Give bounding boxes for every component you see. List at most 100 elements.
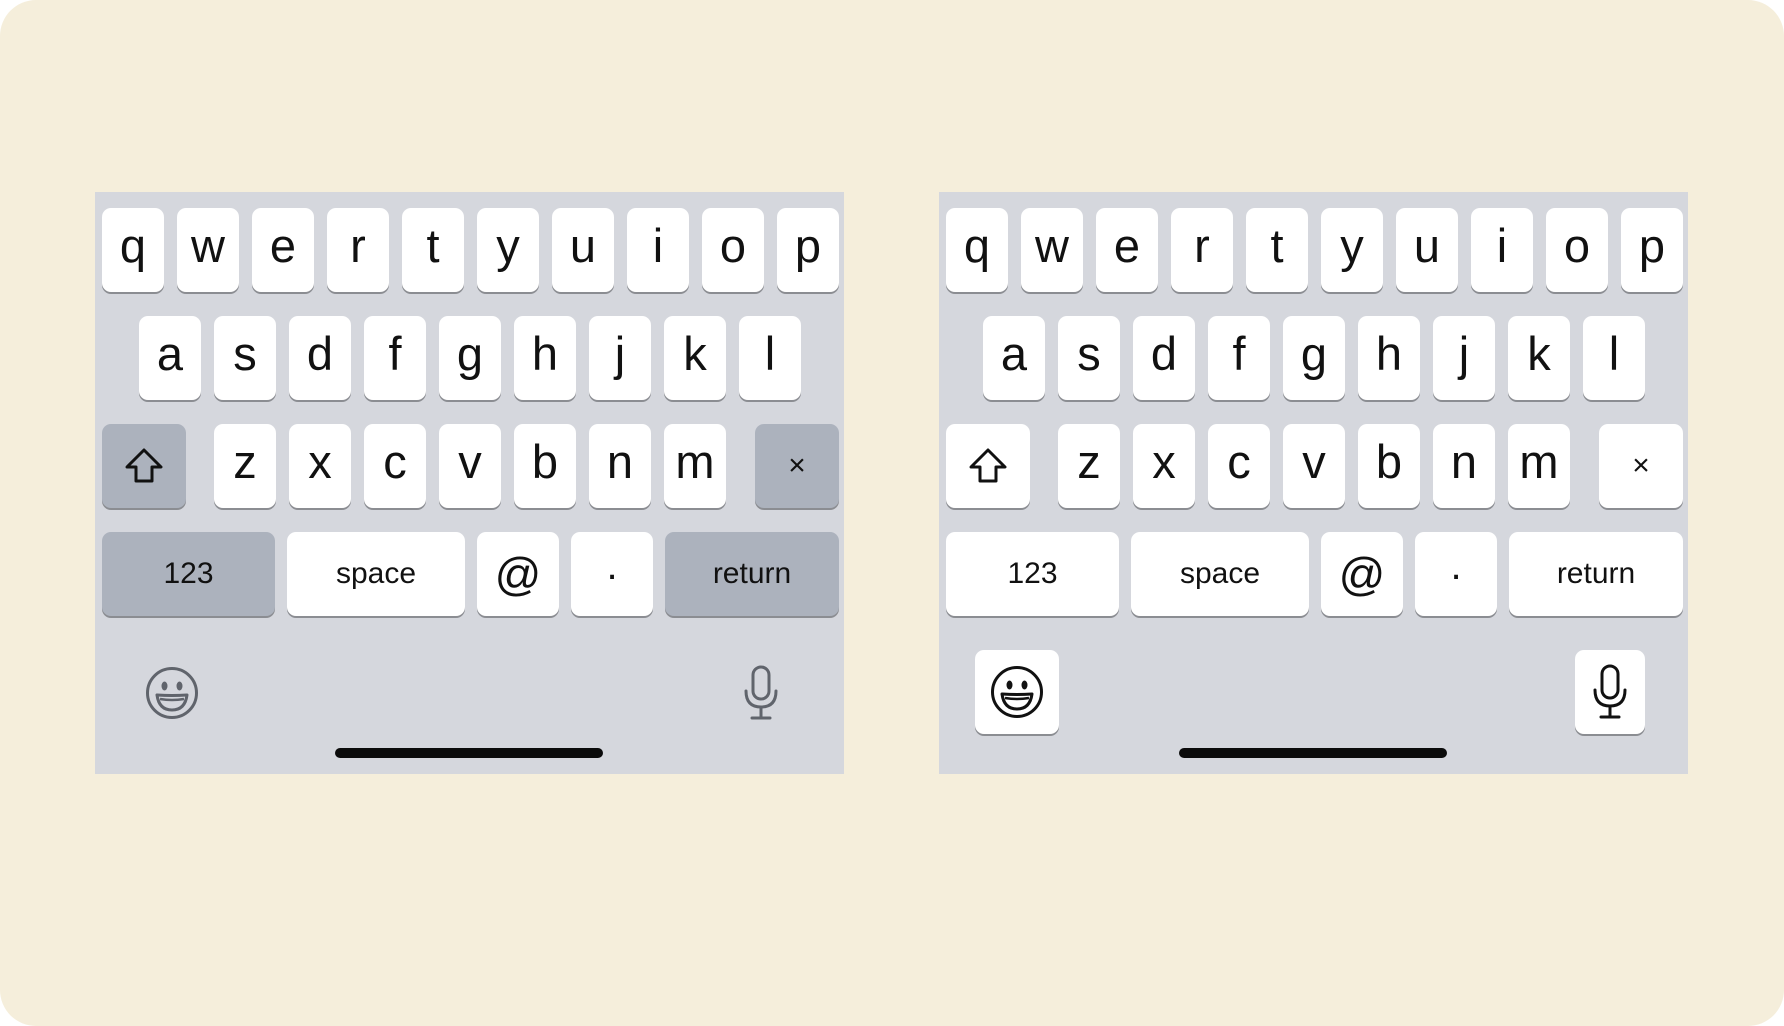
page-background: q w e r t y u i o p a s d f g h j k l z … — [0, 0, 1784, 1026]
key-q[interactable]: q — [102, 208, 164, 292]
key-d[interactable]: d — [1133, 316, 1195, 400]
key-c[interactable]: c — [364, 424, 426, 508]
key-x[interactable]: x — [289, 424, 351, 508]
keyboard-shaded-modifiers: q w e r t y u i o p a s d f g h j k l z … — [95, 192, 844, 774]
key-t[interactable]: t — [1246, 208, 1308, 292]
key-label: a — [156, 326, 184, 380]
key-label: w — [191, 218, 225, 272]
key-i[interactable]: i — [627, 208, 689, 292]
key-n[interactable]: n — [589, 424, 651, 508]
key-n[interactable]: n — [1433, 424, 1495, 508]
key-o[interactable]: o — [1546, 208, 1608, 292]
key-h[interactable]: h — [514, 316, 576, 400]
key-f[interactable]: f — [1208, 316, 1270, 400]
key-b[interactable]: b — [1358, 424, 1420, 508]
key-label: j — [614, 326, 626, 380]
microphone-icon — [744, 665, 778, 720]
key-g[interactable]: g — [1283, 316, 1345, 400]
key-z[interactable]: z — [214, 424, 276, 508]
key-h[interactable]: h — [1358, 316, 1420, 400]
key-label: u — [1413, 218, 1441, 272]
key-w[interactable]: w — [177, 208, 239, 292]
key-s[interactable]: s — [214, 316, 276, 400]
key-x[interactable]: x — [1133, 424, 1195, 508]
at-key[interactable]: @ — [1321, 532, 1403, 616]
return-key[interactable]: return — [1509, 532, 1683, 616]
space-label: space — [335, 557, 417, 590]
key-label: e — [1113, 218, 1141, 272]
key-e[interactable]: e — [1096, 208, 1158, 292]
period-label: . — [1450, 544, 1462, 588]
key-b[interactable]: b — [514, 424, 576, 508]
home-indicator — [335, 748, 603, 758]
key-label: r — [1194, 218, 1210, 272]
emoji-face-icon — [991, 666, 1043, 718]
key-label: v — [458, 434, 482, 488]
key-label: v — [1302, 434, 1326, 488]
key-u[interactable]: u — [552, 208, 614, 292]
key-q[interactable]: q — [946, 208, 1008, 292]
key-s[interactable]: s — [1058, 316, 1120, 400]
key-label: i — [1496, 218, 1508, 272]
key-label: m — [675, 434, 715, 488]
shift-key[interactable] — [946, 424, 1030, 508]
key-label: q — [119, 218, 147, 272]
at-key[interactable]: @ — [477, 532, 559, 616]
key-label: s — [233, 326, 257, 380]
key-o[interactable]: o — [702, 208, 764, 292]
key-label: q — [963, 218, 991, 272]
numbers-key[interactable]: 123 — [946, 532, 1119, 616]
space-key[interactable]: space — [287, 532, 465, 616]
key-y[interactable]: y — [477, 208, 539, 292]
key-c[interactable]: c — [1208, 424, 1270, 508]
key-v[interactable]: v — [1283, 424, 1345, 508]
key-p[interactable]: p — [1621, 208, 1683, 292]
emoji-button[interactable] — [143, 664, 201, 722]
key-p[interactable]: p — [777, 208, 839, 292]
key-m[interactable]: m — [664, 424, 726, 508]
dictation-button[interactable] — [1575, 650, 1645, 734]
key-e[interactable]: e — [252, 208, 314, 292]
key-t[interactable]: t — [402, 208, 464, 292]
numbers-key[interactable]: 123 — [102, 532, 275, 616]
key-f[interactable]: f — [364, 316, 426, 400]
shift-key[interactable] — [102, 424, 186, 508]
key-y[interactable]: y — [1321, 208, 1383, 292]
key-k[interactable]: k — [664, 316, 726, 400]
emoji-face-icon — [146, 667, 198, 719]
emoji-button[interactable] — [975, 650, 1059, 734]
key-v[interactable]: v — [439, 424, 501, 508]
key-d[interactable]: d — [289, 316, 351, 400]
key-w[interactable]: w — [1021, 208, 1083, 292]
delete-key[interactable]: × — [1599, 424, 1683, 508]
key-r[interactable]: r — [327, 208, 389, 292]
key-i[interactable]: i — [1471, 208, 1533, 292]
key-g[interactable]: g — [439, 316, 501, 400]
key-z[interactable]: z — [1058, 424, 1120, 508]
key-label: z — [233, 434, 257, 488]
key-label: o — [719, 218, 747, 272]
key-label: a — [1000, 326, 1028, 380]
return-label: return — [1556, 557, 1636, 590]
key-label: c — [1227, 434, 1251, 488]
key-label: m — [1519, 434, 1559, 488]
key-a[interactable]: a — [983, 316, 1045, 400]
key-l[interactable]: l — [739, 316, 801, 400]
key-m[interactable]: m — [1508, 424, 1570, 508]
key-label: d — [306, 326, 334, 380]
dictation-button[interactable] — [743, 664, 779, 722]
return-key[interactable]: return — [665, 532, 839, 616]
key-label: n — [1450, 434, 1478, 488]
delete-key[interactable]: × — [755, 424, 839, 508]
period-key[interactable]: . — [1415, 532, 1497, 616]
period-key[interactable]: . — [571, 532, 653, 616]
key-u[interactable]: u — [1396, 208, 1458, 292]
key-a[interactable]: a — [139, 316, 201, 400]
key-j[interactable]: j — [589, 316, 651, 400]
key-l[interactable]: l — [1583, 316, 1645, 400]
key-k[interactable]: k — [1508, 316, 1570, 400]
key-label: l — [764, 326, 776, 380]
key-r[interactable]: r — [1171, 208, 1233, 292]
key-j[interactable]: j — [1433, 316, 1495, 400]
space-key[interactable]: space — [1131, 532, 1309, 616]
